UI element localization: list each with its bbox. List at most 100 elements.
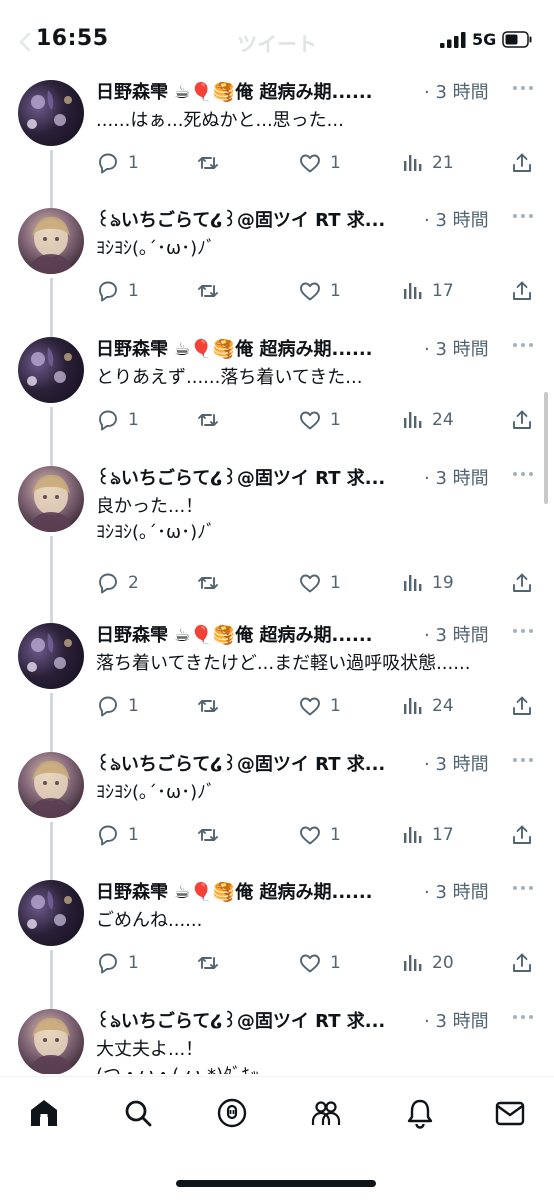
- avatar[interactable]: [18, 80, 84, 146]
- retweet-button[interactable]: [196, 570, 228, 596]
- notifications-icon[interactable]: [404, 1097, 436, 1129]
- tweet[interactable]: ꒰ঌいちごらて໒꒱@固ツイ RT 求... · 3 時間 良かった...！ ﾖｼﾖｼ(…: [0, 460, 554, 623]
- reply-button[interactable]: 1: [96, 150, 139, 176]
- tweet-timestamp[interactable]: · 3 時間: [424, 750, 489, 776]
- author-name[interactable]: 日野森雫 ☕🎈🥞俺 超病み期......: [96, 878, 426, 904]
- share-icon: [513, 573, 531, 592]
- avatar[interactable]: [18, 208, 84, 274]
- reply-count: 1: [128, 696, 139, 716]
- views-button[interactable]: 24: [400, 407, 454, 433]
- tweet[interactable]: 日野森雫 ☕🎈🥞俺 超病み期...... · 3 時間 ......はぁ...死ぬか…: [0, 74, 554, 208]
- heart-icon: [300, 697, 320, 716]
- author-name[interactable]: 日野森雫 ☕🎈🥞俺 超病み期......: [96, 335, 426, 361]
- more-options-icon[interactable]: [510, 1007, 536, 1027]
- tweet-timestamp[interactable]: · 3 時間: [424, 621, 489, 647]
- bar-chart-icon: [404, 412, 422, 428]
- like-count: 1: [330, 410, 341, 430]
- more-options-icon[interactable]: [510, 878, 536, 898]
- search-icon[interactable]: [122, 1097, 154, 1129]
- share-button[interactable]: [510, 407, 542, 433]
- share-button[interactable]: [510, 950, 542, 976]
- retweet-button[interactable]: [196, 822, 228, 848]
- tweet[interactable]: ꒰ঌいちごらて໒꒱@固ツイ RT 求... · 3 時間 ﾖｼﾖｼ(｡´･ω･)ﾉﾞ…: [0, 746, 554, 880]
- tweet-timestamp[interactable]: · 3 時間: [424, 78, 489, 104]
- like-button[interactable]: 1: [298, 278, 341, 304]
- reply-button[interactable]: 1: [96, 407, 139, 433]
- author-name[interactable]: 日野森雫 ☕🎈🥞俺 超病み期......: [96, 621, 426, 647]
- avatar[interactable]: [18, 466, 84, 532]
- retweet-icon: [198, 577, 218, 589]
- like-button[interactable]: 1: [298, 693, 341, 719]
- views-button[interactable]: 20: [400, 950, 454, 976]
- bar-chart-icon: [404, 283, 422, 299]
- home-icon[interactable]: [28, 1097, 60, 1129]
- views-button[interactable]: 19: [400, 570, 454, 596]
- tweet[interactable]: 日野森雫 ☕🎈🥞俺 超病み期...... · 3 時間 落ち着いてきたけど...まだ…: [0, 617, 554, 752]
- share-button[interactable]: [510, 278, 542, 304]
- back-arrow-icon[interactable]: [14, 30, 38, 54]
- messages-icon[interactable]: [494, 1097, 526, 1129]
- tweet[interactable]: 日野森雫 ☕🎈🥞俺 超病み期...... · 3 時間 ごめんね...... 1 1 20: [0, 874, 554, 1009]
- share-button[interactable]: [510, 570, 542, 596]
- author-name[interactable]: ꒰ঌいちごらて໒꒱@固ツイ RT 求...: [96, 750, 426, 781]
- home-indicator[interactable]: [176, 1180, 376, 1187]
- like-button[interactable]: 1: [298, 950, 341, 976]
- more-options-icon[interactable]: [510, 621, 536, 641]
- like-button[interactable]: 1: [298, 570, 341, 596]
- tweet[interactable]: 日野森雫 ☕🎈🥞俺 超病み期...... · 3 時間 とりあえず......落ち着…: [0, 331, 554, 466]
- tweet-timestamp[interactable]: · 3 時間: [424, 335, 489, 361]
- scroll-indicator[interactable]: [544, 392, 548, 504]
- author-name[interactable]: ꒰ঌいちごらて໒꒱@固ツイ RT 求...: [96, 1007, 426, 1038]
- retweet-button[interactable]: [196, 950, 228, 976]
- reply-button[interactable]: 2: [96, 570, 139, 596]
- tweet-text-line: 大丈夫よ...！: [96, 1039, 204, 1060]
- tweet-timestamp[interactable]: · 3 時間: [424, 464, 489, 490]
- reply-button[interactable]: 1: [96, 693, 139, 719]
- reply-count: 1: [128, 953, 139, 973]
- like-count: 1: [330, 573, 341, 593]
- avatar[interactable]: [18, 752, 84, 818]
- share-button[interactable]: [510, 150, 542, 176]
- like-button[interactable]: 1: [298, 150, 341, 176]
- author-name[interactable]: 日野森雫 ☕🎈🥞俺 超病み期......: [96, 78, 426, 104]
- heart-icon: [300, 826, 320, 845]
- share-button[interactable]: [510, 693, 542, 719]
- communities-icon[interactable]: [310, 1097, 342, 1129]
- tweet-text: ......はぁ...死ぬかと...思った...: [96, 108, 536, 134]
- more-options-icon[interactable]: [510, 464, 536, 484]
- share-icon: [513, 281, 531, 300]
- tweet-text-line: ﾖｼﾖｼ(｡´･ω･)ﾉﾞ: [96, 782, 216, 803]
- reply-icon: [99, 825, 117, 846]
- retweet-button[interactable]: [196, 693, 228, 719]
- like-button[interactable]: 1: [298, 822, 341, 848]
- avatar[interactable]: [18, 623, 84, 689]
- more-options-icon[interactable]: [510, 335, 536, 355]
- avatar[interactable]: [18, 880, 84, 946]
- reply-button[interactable]: 1: [96, 950, 139, 976]
- views-count: 19: [432, 573, 454, 593]
- more-options-icon[interactable]: [510, 78, 536, 98]
- tweet[interactable]: ꒰ঌいちごらて໒꒱@固ツイ RT 求...· 3 時間大丈夫よ...！ (つ・ω・…: [0, 1003, 554, 1074]
- author-name[interactable]: ꒰ঌいちごらて໒꒱@固ツイ RT 求...: [96, 464, 426, 495]
- avatar[interactable]: [18, 1009, 84, 1074]
- reply-button[interactable]: 1: [96, 822, 139, 848]
- tweet-timestamp[interactable]: · 3 時間: [424, 878, 489, 904]
- more-options-icon[interactable]: [510, 206, 536, 226]
- reply-button[interactable]: 1: [96, 278, 139, 304]
- retweet-button[interactable]: [196, 407, 228, 433]
- tweet-timestamp[interactable]: · 3 時間: [424, 1007, 489, 1033]
- tweet-timestamp[interactable]: · 3 時間: [424, 206, 489, 232]
- author-name[interactable]: ꒰ঌいちごらて໒꒱@固ツイ RT 求...: [96, 206, 426, 237]
- retweet-button[interactable]: [196, 150, 228, 176]
- avatar[interactable]: [18, 337, 84, 403]
- like-button[interactable]: 1: [298, 407, 341, 433]
- views-button[interactable]: 17: [400, 278, 454, 304]
- views-button[interactable]: 21: [400, 150, 454, 176]
- tweet[interactable]: ꒰ঌいちごらて໒꒱@固ツイ RT 求... · 3 時間 ﾖｼﾖｼ(｡´･ω･)ﾉﾞ…: [0, 202, 554, 337]
- views-button[interactable]: 17: [400, 822, 454, 848]
- spaces-icon[interactable]: [216, 1097, 248, 1129]
- share-button[interactable]: [510, 822, 542, 848]
- more-options-icon[interactable]: [510, 750, 536, 770]
- retweet-button[interactable]: [196, 278, 228, 304]
- views-button[interactable]: 24: [400, 693, 454, 719]
